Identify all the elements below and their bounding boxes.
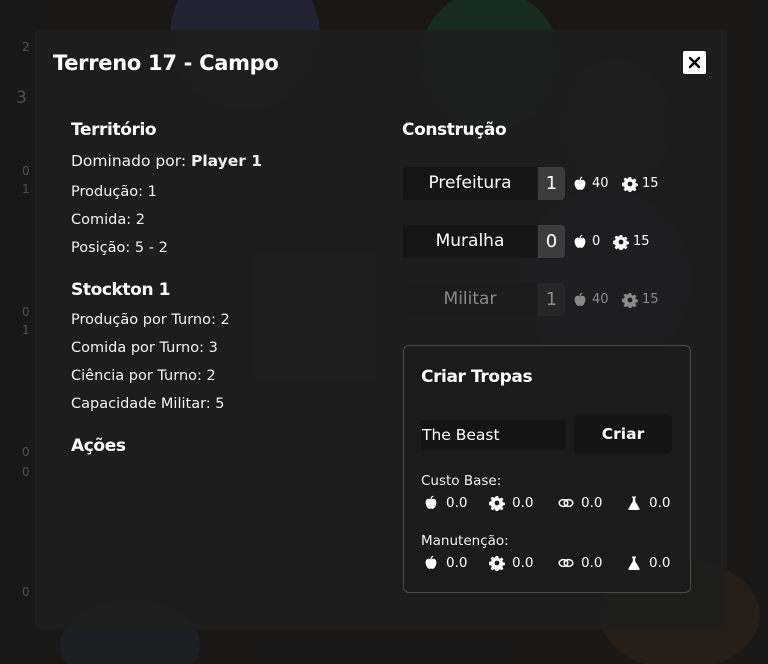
- dominated-by-player: Player 1: [190, 152, 263, 170]
- tile-details-modal: Terreno 17 - Campo Território Dominado p…: [35, 30, 727, 629]
- gear-icon: [489, 495, 505, 511]
- coins-icon: [558, 555, 574, 571]
- upkeep-production: 0.0: [489, 553, 533, 573]
- upkeep-gold: 0.0: [558, 553, 602, 573]
- building-button[interactable]: Muralha: [403, 225, 537, 258]
- territory-food: Comida: 2: [71, 212, 145, 228]
- actions-heading: Ações: [71, 436, 126, 456]
- upkeep-science: 0.0: [626, 553, 670, 573]
- flask-icon: [626, 495, 642, 511]
- city-military-capacity: Capacidade Militar: 5: [71, 396, 225, 412]
- building-row-muralha: Muralha 0 0 15: [403, 225, 693, 258]
- city-science-per-turn: Ciência por Turno: 2: [71, 368, 216, 384]
- building-row-militar: Militar 1 40 15: [403, 283, 693, 316]
- base-cost-gold-value: 0.0: [581, 495, 603, 511]
- apple-icon: [572, 234, 588, 250]
- base-cost-row: 0.0 0.0 0.0 0.0: [421, 493, 675, 513]
- base-cost-label: Custo Base:: [421, 473, 502, 489]
- base-cost-science: 0.0: [626, 493, 670, 513]
- construction-heading: Construção: [402, 120, 507, 140]
- create-troop-button[interactable]: Criar: [574, 414, 672, 454]
- apple-icon: [423, 555, 439, 571]
- building-production-cost: 15: [622, 283, 659, 316]
- production-cost-value: 15: [633, 234, 650, 249]
- territory-position: Posição: 5 - 2: [71, 240, 168, 256]
- building-button[interactable]: Prefeitura: [403, 167, 537, 200]
- gear-icon: [622, 176, 638, 192]
- apple-icon: [572, 292, 588, 308]
- close-button[interactable]: [683, 51, 706, 74]
- upkeep-gold-value: 0.0: [581, 555, 603, 571]
- base-cost-science-value: 0.0: [649, 495, 671, 511]
- upkeep-row: 0.0 0.0 0.0 0.0: [421, 553, 675, 573]
- troop-type-select[interactable]: The Beast: [421, 420, 566, 450]
- apple-icon: [423, 495, 439, 511]
- territory-production: Produção: 1: [71, 184, 157, 200]
- building-button[interactable]: Militar: [403, 283, 537, 316]
- building-food-cost: 40: [572, 167, 609, 200]
- flask-icon: [626, 555, 642, 571]
- building-food-cost: 40: [572, 283, 609, 316]
- production-cost-value: 15: [642, 176, 659, 191]
- building-production-cost: 15: [613, 225, 650, 258]
- dominated-by-label: Dominado por:: [71, 152, 187, 170]
- close-icon: [688, 56, 701, 69]
- upkeep-science-value: 0.0: [649, 555, 671, 571]
- building-level-badge: 1: [538, 167, 565, 200]
- gear-icon: [613, 234, 629, 250]
- food-cost-value: 40: [592, 176, 609, 191]
- upkeep-label: Manutenção:: [421, 533, 509, 549]
- gear-icon: [489, 555, 505, 571]
- building-level-badge: 0: [538, 225, 565, 258]
- upkeep-production-value: 0.0: [512, 555, 534, 571]
- building-row-prefeitura: Prefeitura 1 40 15: [403, 167, 693, 200]
- building-production-cost: 15: [622, 167, 659, 200]
- city-food-per-turn: Comida por Turno: 3: [71, 340, 218, 356]
- food-cost-value: 0: [592, 234, 601, 249]
- upkeep-food-value: 0.0: [446, 555, 468, 571]
- modal-title: Terreno 17 - Campo: [53, 51, 279, 75]
- building-food-cost: 0: [572, 225, 600, 258]
- territory-heading: Território: [71, 120, 157, 140]
- production-cost-value: 15: [642, 292, 659, 307]
- upkeep-food: 0.0: [423, 553, 467, 573]
- create-troops-heading: Criar Tropas: [421, 367, 533, 387]
- base-cost-production: 0.0: [489, 493, 533, 513]
- gear-icon: [622, 292, 638, 308]
- city-production-per-turn: Produção por Turno: 2: [71, 312, 230, 328]
- base-cost-food: 0.0: [423, 493, 467, 513]
- apple-icon: [572, 176, 588, 192]
- base-cost-production-value: 0.0: [512, 495, 534, 511]
- base-cost-food-value: 0.0: [446, 495, 468, 511]
- base-cost-gold: 0.0: [558, 493, 602, 513]
- food-cost-value: 40: [592, 292, 609, 307]
- dominated-by: Dominado por: Player 1: [71, 152, 262, 170]
- create-troops-panel: Criar Tropas The Beast Criar Custo Base:…: [403, 345, 691, 593]
- coins-icon: [558, 495, 574, 511]
- city-heading: Stockton 1: [71, 280, 171, 300]
- building-level-badge: 1: [538, 283, 565, 316]
